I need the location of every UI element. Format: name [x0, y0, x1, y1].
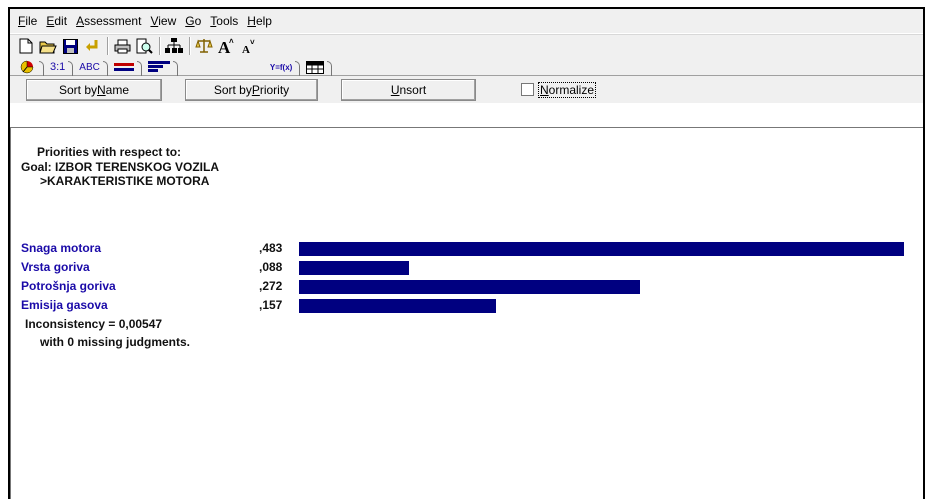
- graphical-pie-icon: [20, 60, 34, 74]
- save-disk-icon[interactable]: [60, 37, 80, 55]
- normalize-checkbox[interactable]: Normalize: [521, 81, 597, 98]
- criterion-label: Snaga motora: [21, 241, 102, 255]
- missing-judgments-text: with 0 missing judgments.: [40, 335, 191, 349]
- criterion-label: Emisija gasova: [21, 298, 108, 312]
- toolbar: A ˄ A ˅: [10, 34, 923, 57]
- priority-bar: [299, 299, 496, 313]
- open-folder-icon[interactable]: [38, 37, 58, 55]
- menu-assessment[interactable]: Assessment: [76, 14, 141, 28]
- criterion-label: Vrsta goriva: [21, 260, 90, 274]
- priority-bars-icon: [147, 61, 170, 72]
- menu-go[interactable]: Go: [185, 14, 201, 28]
- app-window: File Edit Assessment View Go Tools Help: [8, 7, 925, 499]
- svg-text:˄: ˄: [229, 38, 234, 46]
- toolbar-separator: [107, 37, 109, 55]
- menu-file[interactable]: File: [18, 14, 37, 28]
- window-chrome: File Edit Assessment View Go Tools Help: [10, 9, 923, 103]
- priority-value: ,157: [259, 298, 283, 312]
- menu-bar: File Edit Assessment View Go Tools Help: [10, 9, 923, 34]
- priority-bar: [299, 280, 640, 294]
- tab-graphical[interactable]: [14, 59, 44, 76]
- tab-formula[interactable]: Y=f(x): [264, 59, 301, 76]
- sort-by-name-button[interactable]: Sort by Name: [26, 78, 162, 101]
- normalize-checkbox-box[interactable]: [521, 83, 534, 96]
- inconsistency-text: Inconsistency = 0,00547: [25, 317, 163, 331]
- tab-questionnaire[interactable]: [108, 59, 142, 76]
- grid-table-icon: [306, 60, 325, 74]
- equal-bars-icon: [113, 63, 134, 71]
- svg-text:˅: ˅: [250, 38, 255, 47]
- node-label: >KARAKTERISTIKE MOTORA: [40, 174, 210, 188]
- priority-value: ,088: [259, 260, 283, 274]
- print-preview-icon[interactable]: [134, 37, 154, 55]
- hierarchy-tree-icon[interactable]: [164, 37, 184, 55]
- sort-by-priority-button[interactable]: Sort by Priority: [185, 78, 318, 101]
- tab-verbal[interactable]: ABC: [73, 59, 108, 76]
- priority-value: ,272: [259, 279, 283, 293]
- goal-label: Goal: IZBOR TERENSKOG VOZILA: [21, 160, 220, 174]
- print-icon[interactable]: [112, 37, 132, 55]
- priority-bar: [299, 261, 409, 275]
- sort-buttons-row: Sort by Name Sort by Priority Unsort Nor…: [10, 75, 923, 103]
- criterion-label: Potrošnja goriva: [21, 279, 116, 293]
- balance-scale-icon[interactable]: [194, 37, 214, 55]
- tab-numerical[interactable]: 3:1: [44, 59, 74, 76]
- new-file-icon[interactable]: [16, 37, 36, 55]
- undo-arrow-icon[interactable]: [82, 37, 102, 55]
- menu-view[interactable]: View: [150, 14, 176, 28]
- tab-priorities[interactable]: [142, 59, 178, 76]
- svg-text:A: A: [242, 44, 250, 54]
- font-smaller-icon[interactable]: A ˅: [238, 37, 258, 55]
- normalize-label: Normalize: [538, 81, 597, 98]
- toolbar-separator: [189, 37, 191, 55]
- toolbar-separator: [159, 37, 161, 55]
- priority-bar: [299, 242, 904, 256]
- unsort-button[interactable]: Unsort: [341, 78, 476, 101]
- menu-tools[interactable]: Tools: [210, 14, 238, 28]
- font-larger-icon[interactable]: A ˄: [216, 37, 236, 55]
- tab-data-grid[interactable]: [300, 59, 333, 76]
- report-heading: Priorities with respect to:: [37, 145, 182, 159]
- menu-edit[interactable]: Edit: [46, 14, 67, 28]
- comparison-mode-tabs: 3:1 ABC Y=f(x): [10, 57, 923, 76]
- priority-value: ,483: [259, 241, 283, 255]
- menu-help[interactable]: Help: [247, 14, 272, 28]
- priorities-report: Priorities with respect to: Goal: IZBOR …: [10, 127, 923, 499]
